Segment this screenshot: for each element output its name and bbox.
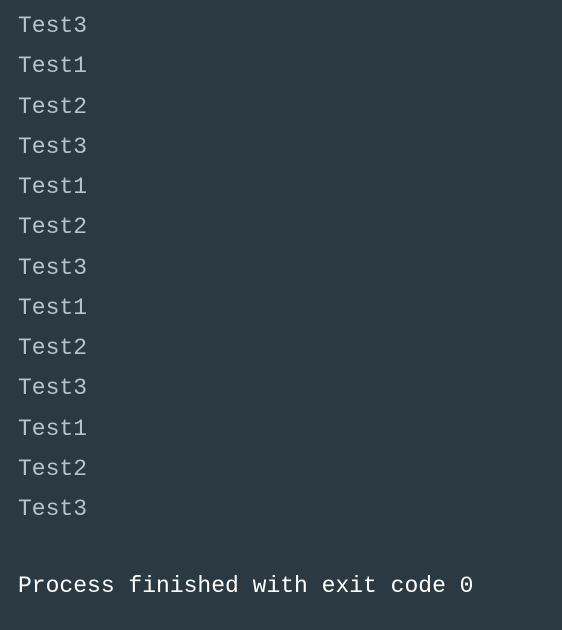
output-line: Test3 [18,248,544,288]
output-line: Test2 [18,87,544,127]
output-line: Test2 [18,328,544,368]
output-line: Test3 [18,489,544,529]
output-line: Test1 [18,46,544,86]
output-line: Test1 [18,288,544,328]
blank-line [18,529,544,566]
console-output: Test3 Test1 Test2 Test3 Test1 Test2 Test… [18,6,544,606]
output-line: Test1 [18,409,544,449]
output-line: Test3 [18,127,544,167]
output-line: Test2 [18,449,544,489]
output-line: Test2 [18,207,544,247]
process-status: Process finished with exit code 0 [18,566,544,606]
output-line: Test3 [18,6,544,46]
output-line: Test1 [18,167,544,207]
output-line: Test3 [18,368,544,408]
